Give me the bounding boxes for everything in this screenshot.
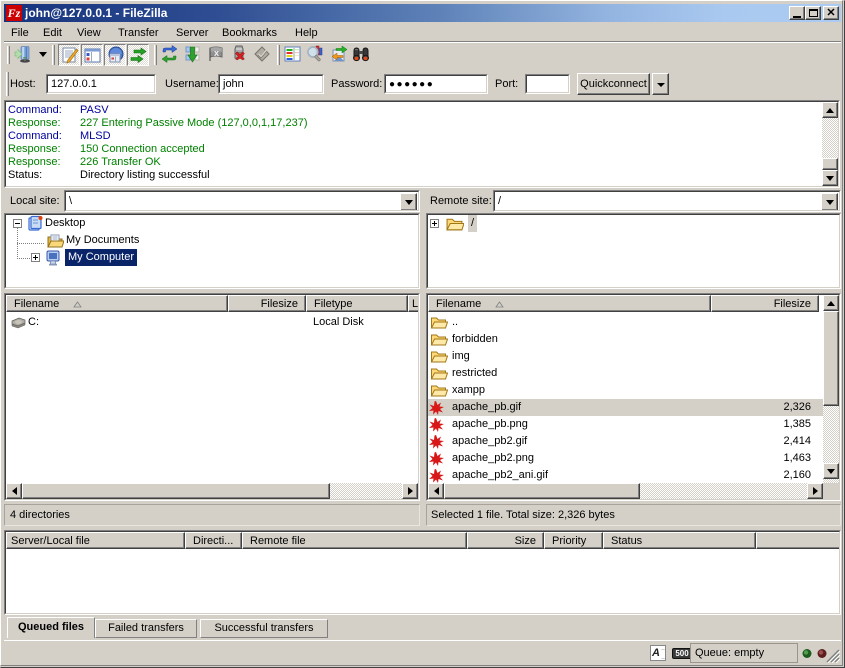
- svg-text:x: x: [214, 48, 219, 58]
